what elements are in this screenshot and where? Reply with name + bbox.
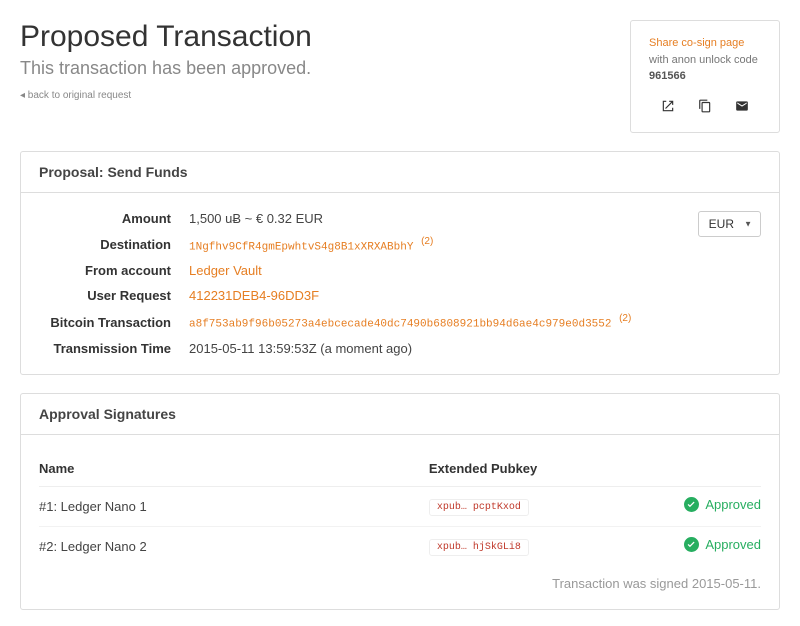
- value-bitcoin-tx[interactable]: a8f753ab9f96b05273a4ebcecade40dc7490b680…: [189, 319, 611, 331]
- table-row: #2: Ledger Nano 2 xpub… hjSkGLi8 Approve…: [39, 526, 761, 566]
- pubkey-pill[interactable]: xpub… hjSkGLi8: [429, 539, 529, 556]
- label-amount: Amount: [39, 211, 189, 226]
- pubkey-pill[interactable]: xpub… pcptKxod: [429, 499, 529, 516]
- approvals-table: Name Extended Pubkey #1: Ledger Nano 1 x…: [39, 453, 761, 566]
- col-status-header: [602, 453, 761, 487]
- unlock-code: 961566: [649, 70, 686, 82]
- status-text: Approved: [705, 537, 761, 552]
- signer-name: #2: Ledger Nano 2: [39, 526, 429, 566]
- label-transmission-time: Transmission Time: [39, 341, 189, 356]
- col-pubkey-header: Extended Pubkey: [429, 453, 602, 487]
- value-amount: 1,500 uɃ ~ € 0.32 EUR: [189, 211, 323, 226]
- bitcoin-tx-badge: (2): [619, 313, 631, 324]
- status-badge: Approved: [684, 497, 761, 512]
- label-user-request: User Request: [39, 288, 189, 303]
- proposal-panel: Proposal: Send Funds EUR Amount 1,500 uɃ…: [20, 151, 780, 375]
- mail-icon[interactable]: [735, 99, 749, 119]
- destination-badge: (2): [421, 236, 433, 247]
- page-title: Proposed Transaction: [20, 20, 312, 54]
- signed-note: Transaction was signed 2015-05-11.: [39, 566, 761, 591]
- share-cosign-link[interactable]: Share co-sign page: [649, 37, 744, 49]
- currency-select[interactable]: EUR: [698, 211, 761, 237]
- page-subtitle: This transaction has been approved.: [20, 58, 312, 79]
- share-box: Share co-sign page with anon unlock code…: [630, 20, 780, 133]
- label-destination: Destination: [39, 237, 189, 252]
- status-text: Approved: [705, 497, 761, 512]
- label-bitcoin-tx: Bitcoin Transaction: [39, 315, 189, 330]
- approvals-panel-heading: Approval Signatures: [21, 394, 779, 435]
- approvals-panel: Approval Signatures Name Extended Pubkey…: [20, 393, 780, 610]
- col-name-header: Name: [39, 453, 429, 487]
- share-middle-text: with anon unlock code: [649, 54, 758, 66]
- proposal-panel-heading: Proposal: Send Funds: [21, 152, 779, 193]
- status-badge: Approved: [684, 537, 761, 552]
- check-circle-icon: [684, 537, 699, 552]
- check-circle-icon: [684, 497, 699, 512]
- value-from-account[interactable]: Ledger Vault: [189, 263, 262, 278]
- value-user-request[interactable]: 412231DEB4-96DD3F: [189, 288, 319, 303]
- value-destination[interactable]: 1Ngfhv9CfR4gmEpwhtvS4g8B1xXRXABbhY: [189, 241, 413, 253]
- currency-select-value: EUR: [709, 217, 734, 231]
- label-from-account: From account: [39, 263, 189, 278]
- copy-icon[interactable]: [698, 99, 712, 119]
- back-link[interactable]: ◂ back to original request: [20, 90, 131, 101]
- signer-name: #1: Ledger Nano 1: [39, 486, 429, 526]
- table-row: #1: Ledger Nano 1 xpub… pcptKxod Approve…: [39, 486, 761, 526]
- value-transmission-time: 2015-05-11 13:59:53Z (a moment ago): [189, 341, 412, 356]
- open-external-icon[interactable]: [661, 99, 675, 119]
